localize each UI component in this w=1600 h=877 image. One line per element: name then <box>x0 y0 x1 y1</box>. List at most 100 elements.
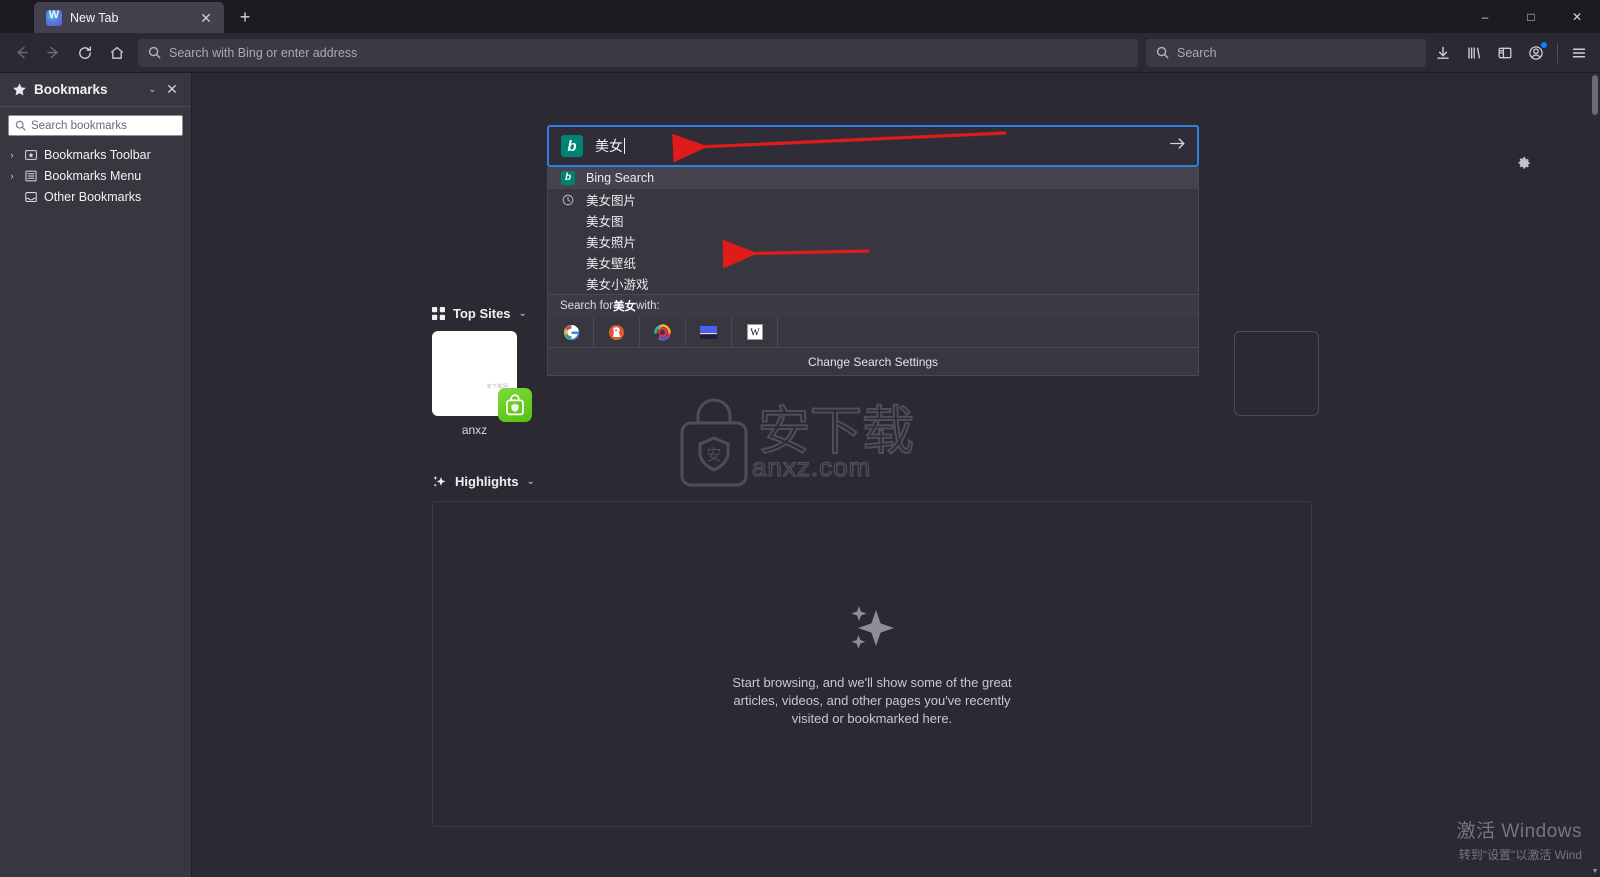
highlights-panel: Start browsing, and we'll show some of t… <box>432 501 1312 827</box>
chevron-down-icon[interactable]: ⌄ <box>519 308 527 319</box>
close-tab-icon[interactable]: ✕ <box>196 8 216 28</box>
account-notification-dot <box>1541 41 1547 48</box>
engine-google-button[interactable] <box>548 317 594 347</box>
search-bookmarks-input[interactable]: Search bookmarks <box>8 115 183 136</box>
home-button[interactable] <box>102 38 132 68</box>
text-caret <box>624 138 625 154</box>
toolbar-end-buttons <box>1428 38 1594 68</box>
search-with-prefix: Search for <box>560 300 614 312</box>
search-suggestions-list: b Bing Search 美女图片 美女图 美女照片 美女壁纸 美女小游戏 S… <box>547 167 1199 376</box>
top-sites-placeholder-tiles <box>1234 331 1319 416</box>
hamburger-icon <box>1572 48 1586 57</box>
tab-favicon-icon <box>46 9 62 26</box>
expand-twisty-icon[interactable]: › <box>6 171 18 181</box>
bookmarks-menu-icon <box>25 170 37 181</box>
svg-text:W: W <box>750 328 760 339</box>
sidebar-toggle-button[interactable] <box>1490 38 1520 68</box>
change-search-settings-button[interactable]: Change Search Settings <box>548 347 1198 375</box>
account-button[interactable] <box>1521 38 1551 68</box>
site-watermark: 安 安下载 anxz.com <box>676 398 915 490</box>
search-with-label: Search for 美女 with: <box>548 295 1198 317</box>
new-tab-button[interactable]: + <box>230 2 260 32</box>
duckduckgo-icon <box>608 324 625 340</box>
toolbar-divider <box>1557 42 1558 63</box>
suggestion-row-4[interactable]: 美女小游戏 <box>548 273 1198 294</box>
bookmarks-tree: › Bookmarks Toolbar › Bookmarks Menu Oth… <box>0 142 191 207</box>
address-bar-placeholder: Search with Bing or enter address <box>169 45 358 60</box>
top-sites-tiles: 安下载网 <box>432 331 532 422</box>
scroll-down-arrow-icon[interactable]: ▼ <box>1590 867 1600 877</box>
navigation-toolbar: Search with Bing or enter address Search <box>0 33 1600 73</box>
suggestion-row-2[interactable]: 美女照片 <box>548 231 1198 252</box>
top-site-tile-label: anxz <box>461 423 488 437</box>
application-menu-button[interactable] <box>1564 38 1594 68</box>
back-button[interactable] <box>6 38 36 68</box>
reload-button[interactable] <box>70 38 100 68</box>
close-window-button[interactable]: ✕ <box>1554 0 1600 33</box>
sidebar-icon <box>1498 47 1512 58</box>
chevron-down-icon[interactable]: ⌄ <box>527 476 535 487</box>
bookmarks-sidebar: Bookmarks ⌄ ✕ Search bookmarks › Bookmar… <box>0 73 192 877</box>
newtab-settings-button[interactable] <box>1515 155 1532 177</box>
window-controls: – □ ✕ <box>1462 0 1600 33</box>
search-icon <box>148 46 161 59</box>
one-off-search-engines: W <box>548 317 1198 347</box>
minimize-button[interactable]: – <box>1462 0 1508 33</box>
sidebar-title: Bookmarks <box>34 82 108 97</box>
tile-badge-icon <box>498 388 532 422</box>
address-bar[interactable]: Search with Bing or enter address <box>138 38 1138 67</box>
suggestion-row-0[interactable]: 美女图片 <box>548 189 1198 210</box>
bing-logo-icon: b <box>560 171 576 185</box>
sidebar-item-bookmarks-menu[interactable]: › Bookmarks Menu <box>0 165 191 186</box>
tab-strip: New Tab ✕ + – □ ✕ <box>0 0 1600 33</box>
green-bag-lock-icon <box>506 394 524 416</box>
suggestion-row-1[interactable]: 美女图 <box>548 210 1198 231</box>
sparkle-icon <box>851 606 894 649</box>
engine-wikipedia-button[interactable]: W <box>732 317 778 347</box>
top-site-tile-anxz[interactable]: 安下载网 <box>432 331 532 422</box>
search-suggestion-panel: b 美女 b Bing Search 美女图片 美女图 美女照片 美女壁纸 美女… <box>547 125 1199 376</box>
sidebar-item-label: Bookmarks Toolbar <box>44 147 151 162</box>
newtab-search-input[interactable]: b 美女 <box>547 125 1199 167</box>
library-button[interactable] <box>1459 38 1489 68</box>
search-icon <box>1156 46 1169 59</box>
download-icon <box>1437 46 1449 59</box>
suggestion-text: 美女壁纸 <box>586 257 637 271</box>
browser-body: Bookmarks ⌄ ✕ Search bookmarks › Bookmar… <box>0 73 1600 877</box>
close-sidebar-icon[interactable]: ✕ <box>163 81 181 98</box>
top-sites-title: Top Sites <box>453 306 511 321</box>
engine-qwant-button[interactable] <box>640 317 686 347</box>
sidebar-item-other-bookmarks[interactable]: Other Bookmarks <box>0 186 191 207</box>
highlights-title: Highlights <box>455 474 519 489</box>
top-sites-header[interactable]: Top Sites ⌄ <box>432 306 527 321</box>
submit-search-button[interactable] <box>1168 134 1187 158</box>
search-engine-header-row[interactable]: b Bing Search <box>548 167 1198 189</box>
search-bar[interactable]: Search <box>1146 38 1426 67</box>
chevron-down-icon[interactable]: ⌄ <box>148 84 156 95</box>
engine-amazon-button[interactable] <box>686 317 732 347</box>
amazon-icon <box>700 325 717 339</box>
forward-button[interactable] <box>38 38 68 68</box>
tab-new-tab[interactable]: New Tab ✕ <box>34 2 224 33</box>
sidebar-item-bookmarks-toolbar[interactable]: › Bookmarks Toolbar <box>0 144 191 165</box>
google-icon <box>563 324 579 340</box>
top-site-placeholder-tile[interactable] <box>1234 331 1319 416</box>
expand-twisty-icon[interactable]: › <box>6 150 18 160</box>
downloads-button[interactable] <box>1428 38 1458 68</box>
suggestion-row-3[interactable]: 美女壁纸 <box>548 252 1198 273</box>
suggestion-text: 美女图 <box>586 215 624 229</box>
engines-filler <box>778 317 1198 347</box>
gear-icon <box>1518 157 1530 169</box>
suggestion-text: 美女图片 <box>586 194 637 208</box>
activation-line-2: 转到"设置"以激活 Wind <box>1458 848 1582 862</box>
search-icon <box>15 120 26 131</box>
engine-duckduckgo-button[interactable] <box>594 317 640 347</box>
highlights-header[interactable]: Highlights ⌄ <box>432 474 535 489</box>
page-scrollbar[interactable]: ▲ ▼ <box>1590 73 1600 877</box>
qwant-icon <box>654 323 671 341</box>
bookmarks-toolbar-icon <box>25 149 37 160</box>
other-bookmarks-icon <box>25 191 37 202</box>
history-clock-icon <box>560 194 576 206</box>
scrollbar-thumb[interactable] <box>1592 75 1598 115</box>
maximize-button[interactable]: □ <box>1508 0 1554 33</box>
